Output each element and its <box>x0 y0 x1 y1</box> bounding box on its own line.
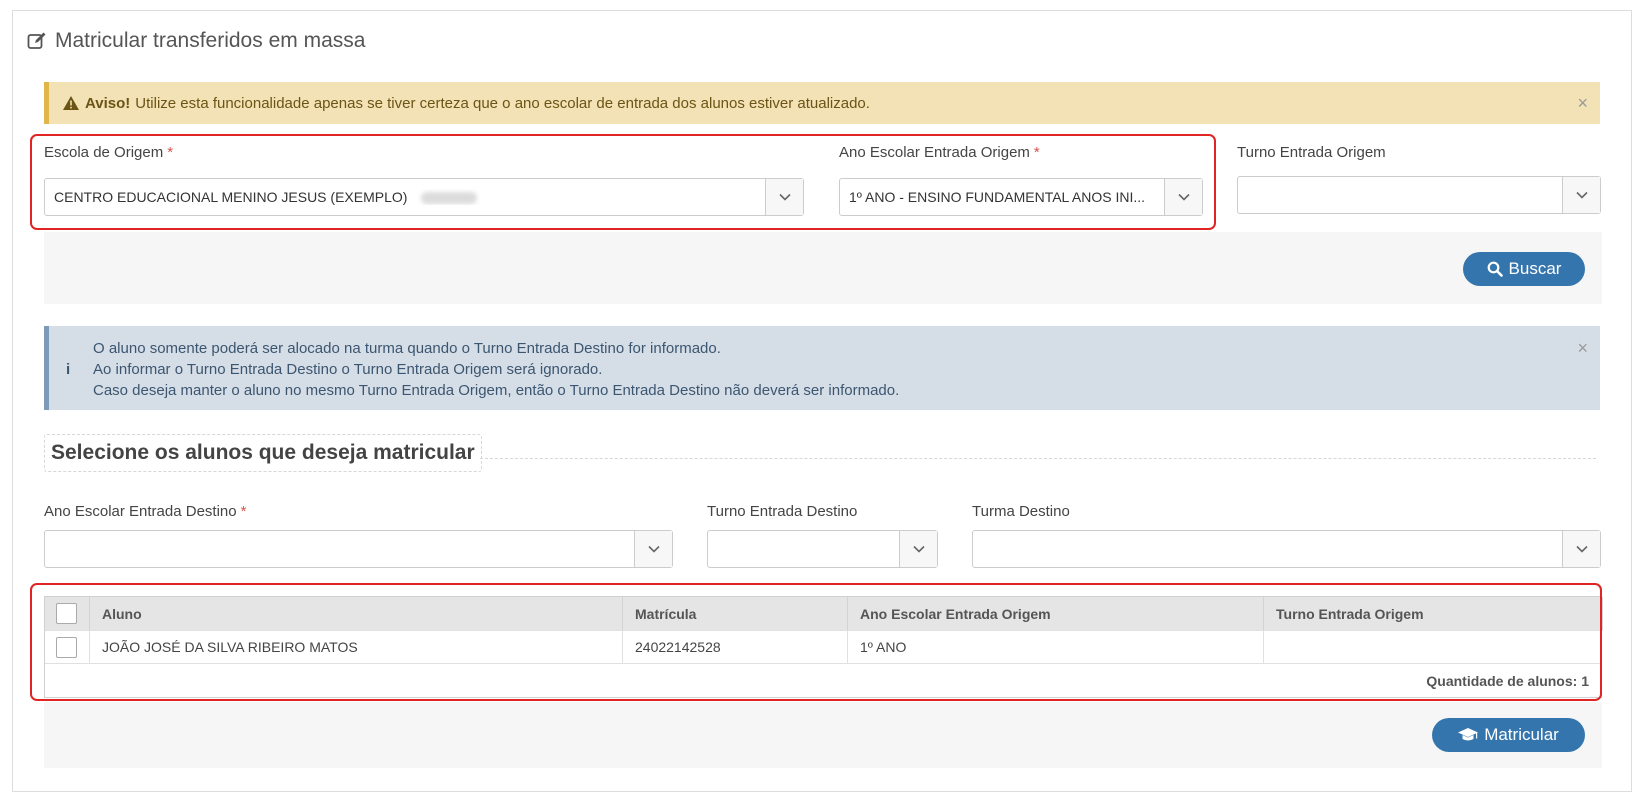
search-icon <box>1487 261 1503 277</box>
column-header-matricula[interactable]: Matrícula <box>623 597 848 630</box>
warning-alert: Aviso! Utilize esta funcionalidade apena… <box>44 82 1600 124</box>
cell-matricula: 24022142528 <box>623 630 848 663</box>
required-mark: * <box>167 144 174 161</box>
section-divider <box>480 458 1596 459</box>
column-header-ano[interactable]: Ano Escolar Entrada Origem <box>848 597 1264 630</box>
dest-grade-label: Ano Escolar Entrada Destino * <box>44 503 247 520</box>
students-table: Aluno Matrícula Ano Escolar Entrada Orig… <box>44 596 1603 698</box>
cell-aluno: JOÃO JOSÉ DA SILVA RIBEIRO MATOS <box>90 630 623 663</box>
enroll-button[interactable]: Matricular <box>1432 718 1585 752</box>
chevron-down-icon[interactable] <box>1562 531 1600 567</box>
dest-class-label: Turma Destino <box>972 503 1070 520</box>
origin-school-value: CENTRO EDUCACIONAL MENINO JESUS (EXEMPLO… <box>54 189 408 205</box>
search-actions-band <box>44 232 1602 304</box>
info-line: Ao informar o Turno Entrada Destino o Tu… <box>93 361 603 378</box>
origin-grade-value: 1º ANO - ENSINO FUNDAMENTAL ANOS INI... <box>849 189 1146 205</box>
page-title-text: Matricular transferidos em massa <box>55 29 366 52</box>
required-mark: * <box>1033 144 1040 161</box>
dest-grade-select[interactable] <box>44 530 673 568</box>
chevron-down-icon[interactable] <box>1164 179 1202 215</box>
required-mark: * <box>240 503 247 520</box>
search-button[interactable]: Buscar <box>1463 252 1585 286</box>
dest-shift-label: Turno Entrada Destino <box>707 503 858 520</box>
origin-school-label: Escola de Origem * <box>44 144 174 161</box>
row-checkbox[interactable] <box>56 636 77 658</box>
search-button-label: Buscar <box>1508 259 1562 278</box>
column-header-aluno[interactable]: Aluno <box>90 597 623 630</box>
info-line: Caso deseja manter o aluno no mesmo Turn… <box>93 382 900 399</box>
enroll-actions-band <box>44 702 1602 768</box>
chevron-down-icon[interactable] <box>634 531 672 567</box>
column-header-turno[interactable]: Turno Entrada Origem <box>1264 597 1603 630</box>
origin-grade-label: Ano Escolar Entrada Origem * <box>839 144 1040 161</box>
origin-grade-select[interactable]: 1º ANO - ENSINO FUNDAMENTAL ANOS INI... <box>839 178 1203 216</box>
select-all-checkbox[interactable] <box>56 603 77 624</box>
info-alert: i O aluno somente poderá ser alocado na … <box>44 326 1600 410</box>
info-line: O aluno somente poderá ser alocado na tu… <box>93 340 721 357</box>
dest-class-select[interactable] <box>972 530 1601 568</box>
origin-shift-select[interactable] <box>1237 176 1601 214</box>
warning-close-icon[interactable]: × <box>1577 94 1588 112</box>
graduation-cap-icon <box>1458 728 1479 741</box>
warning-strong: Aviso! <box>85 94 131 112</box>
dest-shift-select[interactable] <box>707 530 938 568</box>
row-select-cell <box>45 630 90 663</box>
origin-shift-label: Turno Entrada Origem <box>1237 144 1386 161</box>
cell-turno <box>1264 630 1603 663</box>
blurred-code <box>421 192 478 205</box>
chevron-down-icon[interactable] <box>899 531 937 567</box>
edit-icon <box>27 32 46 49</box>
section-title: Selecione os alunos que deseja matricula… <box>44 434 482 472</box>
info-icon: i <box>66 361 71 378</box>
select-all-cell <box>45 597 90 630</box>
info-close-icon[interactable]: × <box>1577 339 1588 357</box>
enroll-button-label: Matricular <box>1484 725 1559 744</box>
cell-ano: 1º ANO <box>848 630 1264 663</box>
table-footer: Quantidade de alunos: 1 <box>45 663 1601 697</box>
origin-school-select[interactable]: CENTRO EDUCACIONAL MENINO JESUS (EXEMPLO… <box>44 178 804 216</box>
warning-text: Utilize esta funcionalidade apenas se ti… <box>135 94 870 112</box>
page-title: Matricular transferidos em massa <box>27 28 365 54</box>
chevron-down-icon[interactable] <box>765 179 803 215</box>
chevron-down-icon[interactable] <box>1562 177 1600 213</box>
warning-icon <box>63 96 79 110</box>
